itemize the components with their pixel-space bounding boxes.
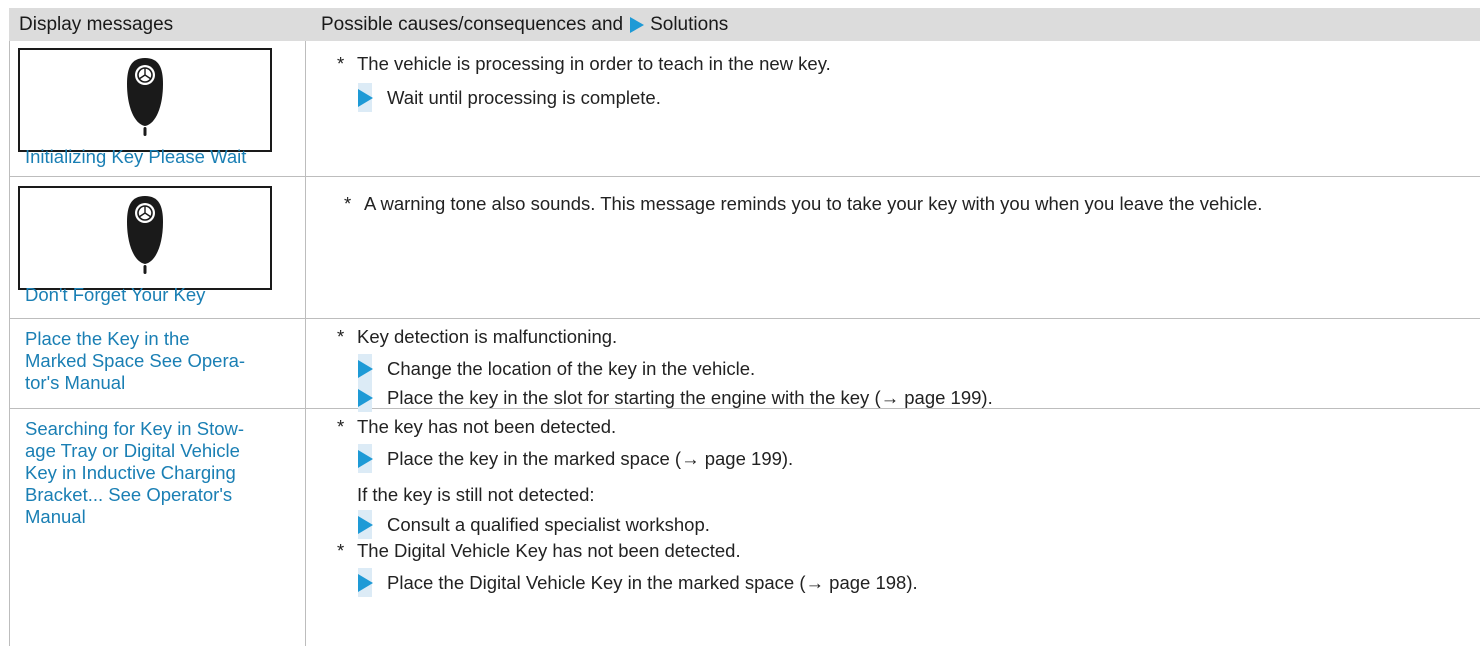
key-display-box [18,48,272,152]
solution-arrow-icon [358,359,373,378]
solution-text: Place the key in the marked space (→ pag… [387,447,794,469]
left-border [9,41,10,646]
solution-arrow-icon [630,16,645,33]
key-display-box [18,186,272,290]
message-initializing-key[interactable]: Initializing Key Please Wait [25,146,246,168]
solution-step: Place the key in the slot for starting t… [358,383,993,412]
message-line: tor's Manual [25,372,126,393]
solution-step: Wait until processing is complete. [358,83,661,112]
message-line: Manual [25,506,86,527]
solution-step: Change the location of the key in the ve… [358,354,755,383]
row-divider [9,176,1480,177]
bullet-star: * [344,193,352,214]
document-page: Display messages Possible causes/consequ… [0,0,1480,646]
message-place-key[interactable]: Place the Key in the Marked Space See Op… [25,328,245,394]
cause-text: The key has not been detected. [357,416,617,437]
solution-step: Consult a qualified specialist workshop. [358,510,710,539]
cause-text: A warning tone also sounds. This message… [364,193,1263,214]
header-solutions-label: Solutions [650,13,729,35]
header-causes-solutions: Possible causes/consequences and Solutio… [305,14,728,36]
solution-step: Place the Digital Vehicle Key in the mar… [358,568,918,597]
solution-text: Consult a qualified specialist workshop. [387,513,710,535]
row-divider [9,318,1480,319]
solution-text: Change the location of the key in the ve… [387,357,756,379]
cause-text: Key detection is malfunctioning. [357,326,618,347]
header-display-messages: Display messages [19,13,174,35]
message-line: age Tray or Digital Vehicle [25,440,240,461]
solution-arrow-icon [358,388,373,407]
message-line: Place the Key in the [25,328,190,349]
solution-text: Place the key in the slot for starting t… [387,386,993,408]
bullet-star: * [337,540,345,561]
message-line: Bracket... See Operator's [25,484,233,505]
solution-text: Place the Digital Vehicle Key in the mar… [387,571,918,593]
header-causes-label: Possible causes/consequences and [321,13,624,35]
condition-text: If the key is still not detected: [357,484,595,505]
message-searching-key[interactable]: Searching for Key in Stow- age Tray or D… [25,418,244,528]
solution-text: Wait until processing is complete. [387,86,661,108]
cause-text: The vehicle is processing in order to te… [357,53,831,74]
column-divider [305,41,306,646]
key-fob-icon [127,196,163,274]
solution-arrow-icon [358,449,373,468]
solution-step: Place the key in the marked space (→ pag… [358,444,793,473]
message-line: Key in Inductive Charging [25,462,236,483]
solution-arrow-icon [358,88,373,107]
message-line: Marked Space See Opera- [25,350,246,371]
message-line: Searching for Key in Stow- [25,418,245,439]
message-dont-forget-key[interactable]: Don't Forget Your Key [25,284,205,306]
bullet-star: * [337,326,345,347]
key-fob-icon [127,58,163,136]
table-header: Display messages Possible causes/consequ… [9,8,1480,41]
solution-arrow-icon [358,573,373,592]
solution-arrow-icon [358,515,373,534]
bullet-star: * [337,416,345,437]
cause-text: The Digital Vehicle Key has not been det… [357,540,741,561]
bullet-star: * [337,53,345,74]
